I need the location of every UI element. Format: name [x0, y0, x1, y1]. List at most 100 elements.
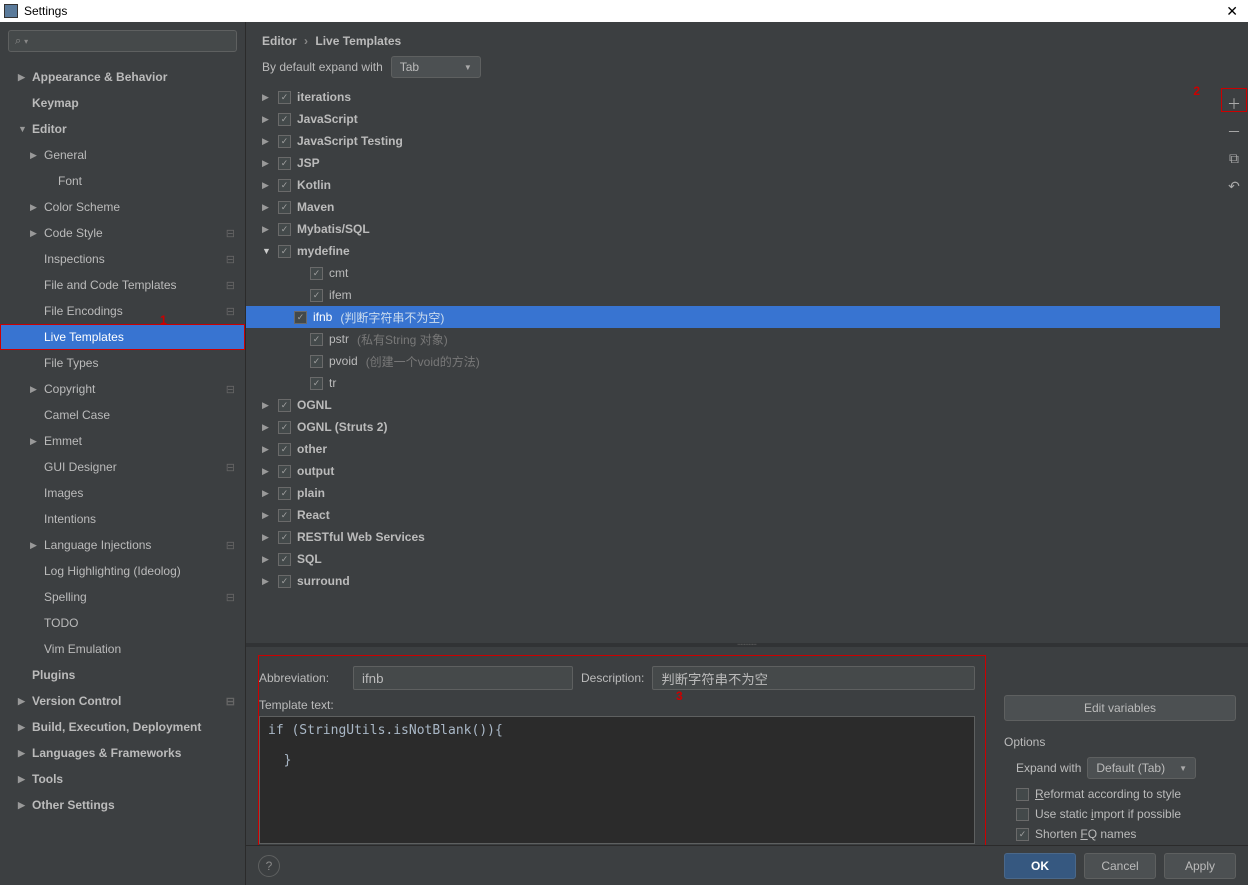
sidebar-item[interactable]: TODO [0, 610, 245, 636]
sidebar-item[interactable]: ▶Build, Execution, Deployment [0, 714, 245, 740]
sidebar-item[interactable]: Plugins [0, 662, 245, 688]
group-checkbox[interactable] [278, 91, 291, 104]
sidebar-item[interactable]: ▶Copyright⊟ [0, 376, 245, 402]
group-checkbox[interactable] [278, 575, 291, 588]
group-checkbox[interactable] [278, 113, 291, 126]
template-group[interactable]: ▶Kotlin [262, 174, 1220, 196]
group-checkbox[interactable] [278, 135, 291, 148]
edit-variables-button[interactable]: Edit variables [1004, 695, 1236, 721]
sidebar-item[interactable]: Live Templates [0, 324, 245, 350]
sidebar-item[interactable]: Inspections⊟ [0, 246, 245, 272]
group-checkbox[interactable] [278, 465, 291, 478]
template-group[interactable]: ▶other [262, 438, 1220, 460]
sidebar-item[interactable]: File and Code Templates⊟ [0, 272, 245, 298]
abbreviation-input[interactable] [353, 666, 573, 690]
template-item[interactable]: pstr(私有String 对象) [262, 328, 1220, 350]
reformat-checkbox[interactable] [1016, 788, 1029, 801]
template-group[interactable]: ▶SQL [262, 548, 1220, 570]
sidebar-item[interactable]: Keymap [0, 90, 245, 116]
static-import-checkbox[interactable] [1016, 808, 1029, 821]
help-button[interactable]: ? [258, 855, 280, 877]
template-group[interactable]: ▶JavaScript [262, 108, 1220, 130]
scope-icon: ⊟ [226, 591, 235, 604]
description-label: Description: [581, 671, 644, 685]
cancel-button[interactable]: Cancel [1084, 853, 1156, 879]
group-checkbox[interactable] [278, 399, 291, 412]
template-group[interactable]: ▶JavaScript Testing [262, 130, 1220, 152]
undo-icon[interactable]: ↶ [1226, 178, 1242, 194]
sidebar-item[interactable]: ▶Code Style⊟ [0, 220, 245, 246]
sidebar-item[interactable]: ▶Emmet [0, 428, 245, 454]
sidebar-item[interactable]: ▶Language Injections⊟ [0, 532, 245, 558]
expand-with-option-combo[interactable]: Default (Tab) ▼ [1087, 757, 1196, 779]
template-group[interactable]: ▶iterations [262, 86, 1220, 108]
apply-button[interactable]: Apply [1164, 853, 1236, 879]
group-checkbox[interactable] [278, 509, 291, 522]
sidebar-item[interactable]: ▶General [0, 142, 245, 168]
group-checkbox[interactable] [278, 531, 291, 544]
group-checkbox[interactable] [278, 421, 291, 434]
sidebar-item[interactable]: Vim Emulation [0, 636, 245, 662]
template-group[interactable]: ▶OGNL [262, 394, 1220, 416]
template-item[interactable]: ifnb(判断字符串不为空) [246, 306, 1220, 328]
breadcrumb: Editor › Live Templates [246, 22, 1248, 56]
group-checkbox[interactable] [278, 157, 291, 170]
ok-button[interactable]: OK [1004, 853, 1076, 879]
sidebar-item[interactable]: Log Highlighting (Ideolog) [0, 558, 245, 584]
remove-icon[interactable]: － [1226, 122, 1242, 138]
shorten-fq-checkbox[interactable] [1016, 828, 1029, 841]
sidebar-item[interactable]: ▶Tools [0, 766, 245, 792]
sidebar-item[interactable]: File Encodings⊟ [0, 298, 245, 324]
template-group[interactable]: ▶Maven [262, 196, 1220, 218]
template-item[interactable]: tr [262, 372, 1220, 394]
template-item[interactable]: pvoid(创建一个void的方法) [262, 350, 1220, 372]
template-group[interactable]: ▶JSP [262, 152, 1220, 174]
template-group[interactable]: ▶plain [262, 482, 1220, 504]
template-checkbox[interactable] [294, 311, 307, 324]
template-group[interactable]: ▶RESTful Web Services [262, 526, 1220, 548]
sidebar-item[interactable]: ▶Appearance & Behavior [0, 64, 245, 90]
group-checkbox[interactable] [278, 223, 291, 236]
template-text-area[interactable]: if (StringUtils.isNotBlank()){ } [259, 716, 975, 844]
close-icon[interactable]: ✕ [1220, 3, 1244, 20]
sidebar-item[interactable]: Images [0, 480, 245, 506]
sidebar-item[interactable]: ▼Editor [0, 116, 245, 142]
group-checkbox[interactable] [278, 553, 291, 566]
template-checkbox[interactable] [310, 377, 323, 390]
template-group[interactable]: ▶surround [262, 570, 1220, 592]
chevron-icon: ▶ [18, 800, 32, 811]
template-group[interactable]: ▼mydefine [262, 240, 1220, 262]
expand-with-combo[interactable]: Tab ▼ [391, 56, 481, 78]
copy-icon[interactable]: ⧉ [1226, 150, 1242, 166]
template-item[interactable]: ifem [262, 284, 1220, 306]
template-toolbar: 2 ＋ － ⧉ ↶ [1220, 86, 1248, 643]
sidebar-item[interactable]: ▶Version Control⊟ [0, 688, 245, 714]
search-input[interactable]: ⌕ ▾ [8, 30, 237, 52]
template-item[interactable]: cmt [262, 262, 1220, 284]
sidebar-item[interactable]: Intentions [0, 506, 245, 532]
sidebar-item[interactable]: Camel Case [0, 402, 245, 428]
template-checkbox[interactable] [310, 333, 323, 346]
template-group[interactable]: ▶React [262, 504, 1220, 526]
sidebar-item[interactable]: GUI Designer⊟ [0, 454, 245, 480]
template-checkbox[interactable] [310, 355, 323, 368]
group-checkbox[interactable] [278, 201, 291, 214]
template-group[interactable]: ▶Mybatis/SQL [262, 218, 1220, 240]
template-checkbox[interactable] [310, 289, 323, 302]
sidebar-item[interactable]: ▶Languages & Frameworks [0, 740, 245, 766]
group-checkbox[interactable] [278, 245, 291, 258]
template-group[interactable]: ▶OGNL (Struts 2) [262, 416, 1220, 438]
sidebar-item[interactable]: ▶Other Settings [0, 792, 245, 818]
scope-icon: ⊟ [226, 253, 235, 266]
sidebar-item[interactable]: Spelling⊟ [0, 584, 245, 610]
description-input[interactable] [652, 666, 975, 690]
group-checkbox[interactable] [278, 179, 291, 192]
sidebar-item[interactable]: File Types [0, 350, 245, 376]
sidebar-item[interactable]: ▶Color Scheme [0, 194, 245, 220]
template-checkbox[interactable] [310, 267, 323, 280]
group-checkbox[interactable] [278, 443, 291, 456]
sidebar-item[interactable]: Font [0, 168, 245, 194]
template-group[interactable]: ▶output [262, 460, 1220, 482]
group-checkbox[interactable] [278, 487, 291, 500]
template-name: pvoid [329, 354, 358, 368]
